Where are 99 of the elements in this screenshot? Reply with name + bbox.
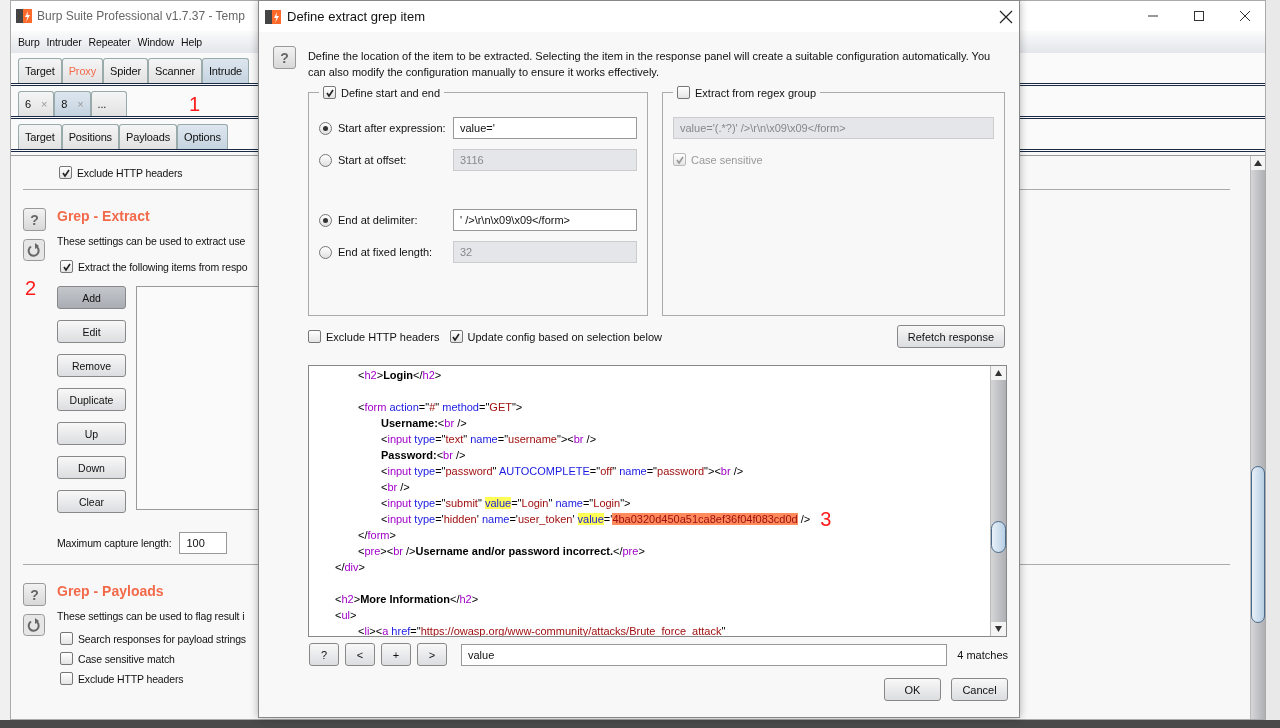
list-button[interactable]: Up	[57, 422, 126, 445]
checkbox-label: Case sensitive	[691, 153, 763, 166]
maximize-icon[interactable]	[1193, 10, 1205, 22]
code-line: </div>	[335, 561, 365, 573]
scroll-down-icon[interactable]	[991, 622, 1006, 636]
text-field[interactable]: ' />\r\n\x09\x09</form>	[453, 209, 637, 231]
help-button[interactable]: ?	[273, 46, 296, 69]
checkbox-label: Define start and end	[341, 86, 441, 99]
window-title: Burp Suite Professional v1.7.37 - Temp	[37, 9, 245, 23]
menu-item[interactable]: Help	[181, 36, 203, 48]
checkbox-label: Search responses for payload strings	[78, 632, 246, 645]
section-description: These settings can be used to flag result i	[57, 610, 246, 622]
section-description: These settings can be used to extract use	[57, 235, 247, 247]
scrollbar-thumb[interactable]	[1251, 466, 1265, 623]
list-button[interactable]: Clear	[57, 490, 126, 513]
close-icon[interactable]	[1239, 10, 1251, 22]
refresh-icon[interactable]	[23, 239, 45, 261]
code-line: <h2>Login</h2>	[357, 369, 442, 381]
tab[interactable]: Payloads	[119, 124, 178, 149]
radio-label: End at delimiter:	[338, 214, 418, 226]
help-button[interactable]: ?	[23, 208, 46, 231]
tab[interactable]: Intrude	[201, 58, 250, 83]
annotation-number: 1	[189, 94, 201, 114]
checkbox[interactable]	[59, 166, 72, 179]
code-line: Username:<br />	[380, 417, 467, 429]
checkbox[interactable]	[308, 330, 321, 343]
radio-label: Start at offset:	[338, 154, 407, 166]
checkbox[interactable]	[323, 86, 336, 99]
scrollbar-thumb[interactable]	[991, 521, 1006, 553]
code-line: Password:<br />	[380, 449, 466, 461]
list-button[interactable]: Edit	[57, 320, 126, 343]
list-button[interactable]: Remove	[57, 354, 126, 377]
search-button[interactable]: >	[417, 643, 447, 666]
section-heading: Grep - Payloads	[57, 583, 165, 599]
scrollbar[interactable]	[990, 366, 1006, 636]
dialog-button[interactable]: Cancel	[951, 678, 1008, 701]
checkbox-label: Case sensitive match	[78, 652, 175, 665]
checkbox-label: Extract from regex group	[695, 86, 817, 99]
code-line: <ul>	[335, 609, 357, 621]
radio-button[interactable]	[319, 121, 332, 135]
attack-tab[interactable]: 6 ×	[18, 91, 55, 116]
checkbox[interactable]	[60, 260, 73, 273]
checkbox[interactable]	[60, 652, 73, 665]
tab[interactable]: Spider	[103, 58, 148, 83]
text-field[interactable]: value='	[453, 117, 637, 139]
menu-item[interactable]: Intruder	[46, 36, 82, 48]
scrollbar[interactable]	[1250, 156, 1265, 719]
field-label: Maximum capture length:	[57, 537, 172, 549]
radio-label: End at fixed length:	[338, 246, 433, 258]
list-button[interactable]: Add	[57, 286, 126, 309]
checkbox-label: Update config based on selection below	[467, 330, 662, 343]
logo-icon	[16, 8, 32, 24]
annotation-number: 3	[820, 509, 832, 529]
code-line: <h2>More Information</h2>	[335, 593, 479, 605]
help-button[interactable]: ?	[23, 583, 46, 606]
scroll-up-icon[interactable]	[991, 366, 1006, 380]
section-heading: Grep - Extract	[57, 208, 151, 224]
menu-item[interactable]: Repeater	[88, 36, 131, 48]
code-line: <br />	[380, 481, 410, 493]
radio-button[interactable]	[319, 213, 332, 227]
scroll-up-icon[interactable]	[1251, 156, 1265, 170]
search-field[interactable]: value	[461, 643, 947, 666]
attack-tab[interactable]: ...	[90, 91, 127, 116]
search-button[interactable]: <	[345, 643, 375, 666]
checkbox[interactable]	[449, 330, 463, 343]
code-line: <input type="text" name="username"><br />	[380, 433, 597, 445]
checkbox-label: Exclude HTTP headers	[77, 166, 183, 179]
radio-label: Start after expression:	[338, 122, 446, 134]
max-length-field[interactable]: 100	[179, 532, 228, 554]
search-button[interactable]: +	[381, 643, 411, 666]
menu-item[interactable]: Burp	[18, 36, 40, 48]
checkbox[interactable]	[60, 672, 73, 685]
code-line: <input type="password" AUTOCOMPLETE="off" name="password"><br />	[380, 465, 744, 477]
checkbox-label: Exclude HTTP headers	[326, 330, 440, 343]
refetch-button[interactable]: Refetch response	[896, 325, 1005, 348]
list-button[interactable]: Duplicate	[57, 388, 126, 411]
refresh-icon[interactable]	[23, 614, 45, 636]
checkbox-label: Extract the following items from respo	[78, 260, 248, 273]
checkbox[interactable]	[60, 632, 73, 645]
dialog-button[interactable]: OK	[884, 678, 941, 701]
attack-tab[interactable]: 8 ×	[54, 91, 91, 116]
match-count: 4 matches	[957, 648, 1008, 661]
dialog-description: Define the location of the item to be extracted. Selecting the item in the response panel will create a suitable configuration automatically. You can also modify the configuration manually to ensure it works effectively.	[307, 49, 992, 80]
tab[interactable]: Target	[18, 124, 62, 149]
close-icon[interactable]	[999, 9, 1013, 24]
annotation-number: 2	[25, 278, 37, 298]
logo-icon	[265, 8, 281, 25]
code-line: </form>	[357, 529, 396, 541]
menu-item[interactable]: Window	[137, 36, 175, 48]
dialog-title: Define extract grep item	[287, 9, 425, 24]
tab[interactable]: Options	[177, 124, 228, 149]
code-line: <form action="#" method="GET">	[357, 401, 523, 413]
checkbox-label: Exclude HTTP headers	[78, 672, 184, 685]
code-line: <pre><br />Username and/or password incorrect.</pre>	[357, 545, 645, 557]
tab[interactable]: Positions	[61, 124, 119, 149]
tab[interactable]: Target	[18, 58, 62, 83]
tab[interactable]: Scanner	[147, 58, 202, 83]
list-button[interactable]: Down	[57, 456, 126, 479]
search-button[interactable]: ?	[309, 643, 339, 666]
